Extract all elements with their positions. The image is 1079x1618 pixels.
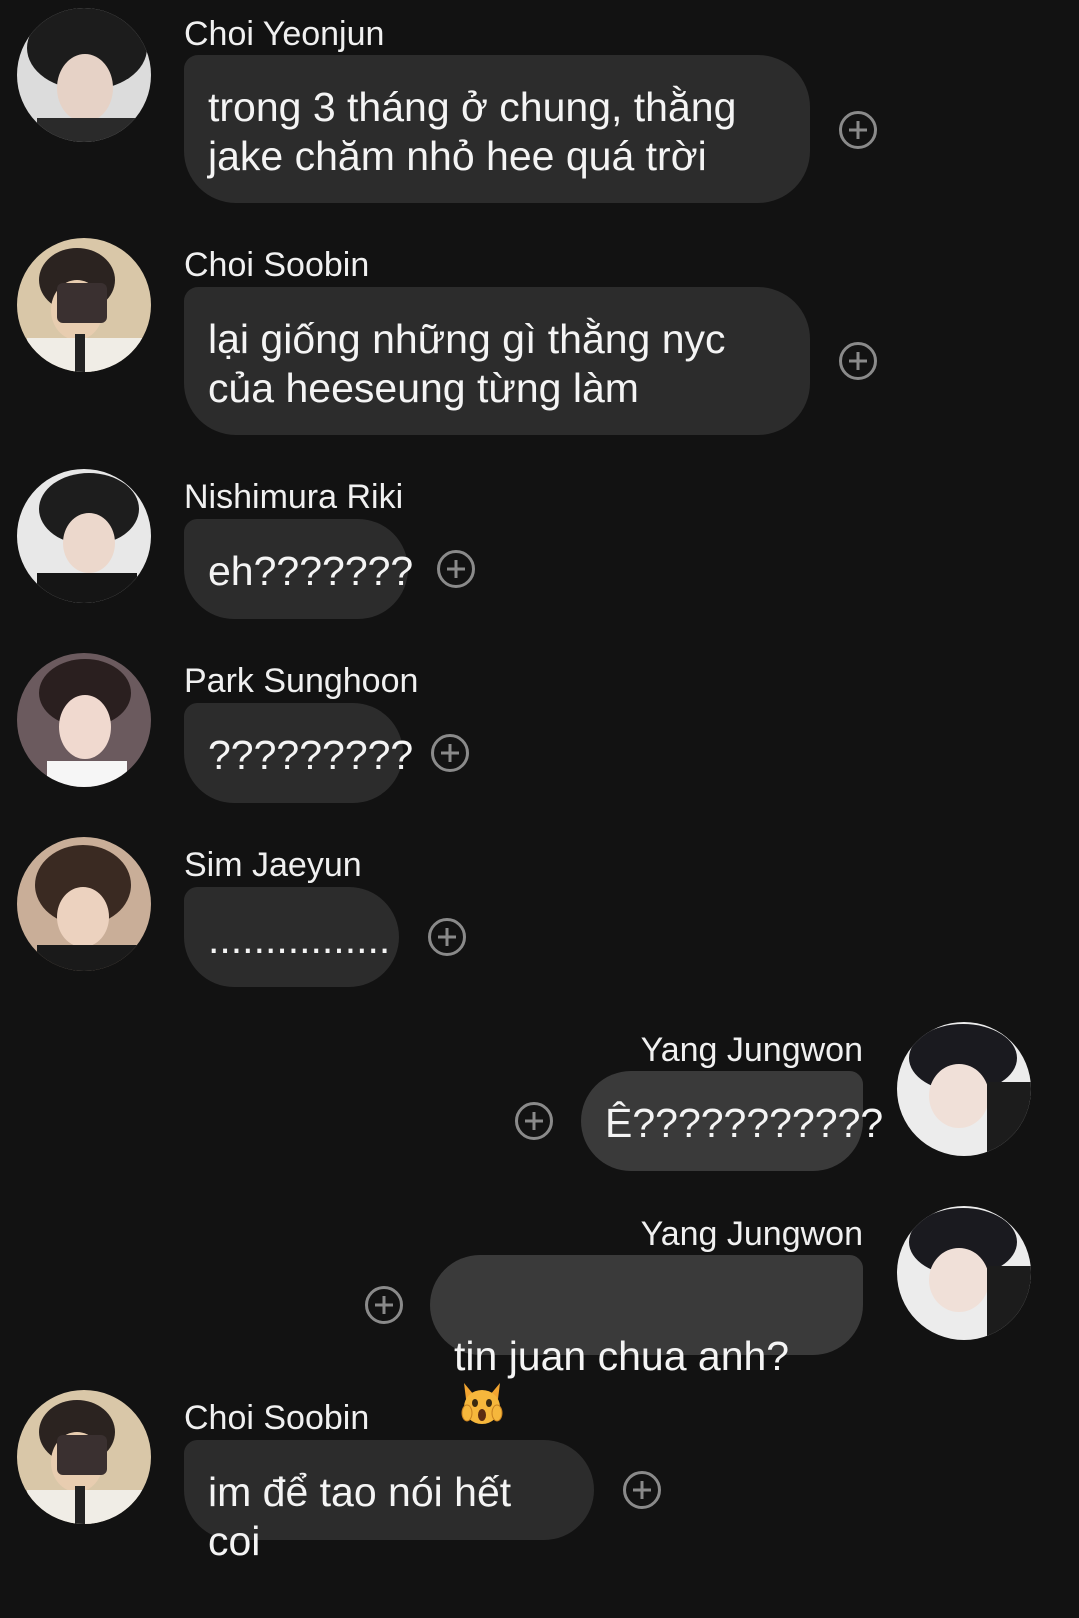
sender-name: Park Sunghoon (184, 662, 419, 700)
sender-name: Sim Jaeyun (184, 846, 362, 884)
add-reaction-icon[interactable] (365, 1286, 403, 1324)
message-bubble[interactable]: Ê??????????? (581, 1071, 883, 1171)
sender-name: Choi Soobin (184, 246, 370, 284)
add-reaction-icon[interactable] (839, 342, 877, 380)
message-bubble[interactable]: ................ (184, 887, 399, 987)
avatar[interactable] (17, 8, 151, 142)
avatar[interactable] (17, 653, 151, 787)
add-reaction-icon[interactable] (431, 734, 469, 772)
avatar[interactable] (897, 1022, 1031, 1156)
sender-name: Nishimura Riki (184, 478, 404, 516)
message-bubble[interactable]: lại giống những gì thằng nyc của heeseun… (184, 287, 810, 435)
add-reaction-icon[interactable] (515, 1102, 553, 1140)
add-reaction-icon[interactable] (437, 550, 475, 588)
message-bubble[interactable]: tin juan chua anh? (430, 1255, 863, 1424)
sender-name: Choi Soobin (184, 1399, 370, 1437)
message-bubble[interactable]: trong 3 tháng ở chung, thằng jake chăm n… (184, 55, 810, 203)
message-bubble[interactable]: ????????? (184, 703, 413, 803)
add-reaction-icon[interactable] (623, 1471, 661, 1509)
avatar[interactable] (17, 469, 151, 603)
screaming-cat-emoji (460, 1381, 504, 1427)
message-bubble[interactable]: im để tao nói hết coi (184, 1440, 594, 1564)
avatar[interactable] (17, 1390, 151, 1524)
avatar[interactable] (17, 238, 151, 372)
avatar[interactable] (897, 1206, 1031, 1340)
add-reaction-icon[interactable] (839, 111, 877, 149)
sender-name: Choi Yeonjun (184, 15, 385, 53)
sender-name: Yang Jungwon (640, 1031, 863, 1069)
avatar[interactable] (17, 837, 151, 971)
add-reaction-icon[interactable] (428, 918, 466, 956)
message-text: tin juan chua anh? (454, 1333, 790, 1379)
sender-name: Yang Jungwon (640, 1215, 863, 1253)
message-bubble[interactable]: eh??????? (184, 519, 413, 619)
